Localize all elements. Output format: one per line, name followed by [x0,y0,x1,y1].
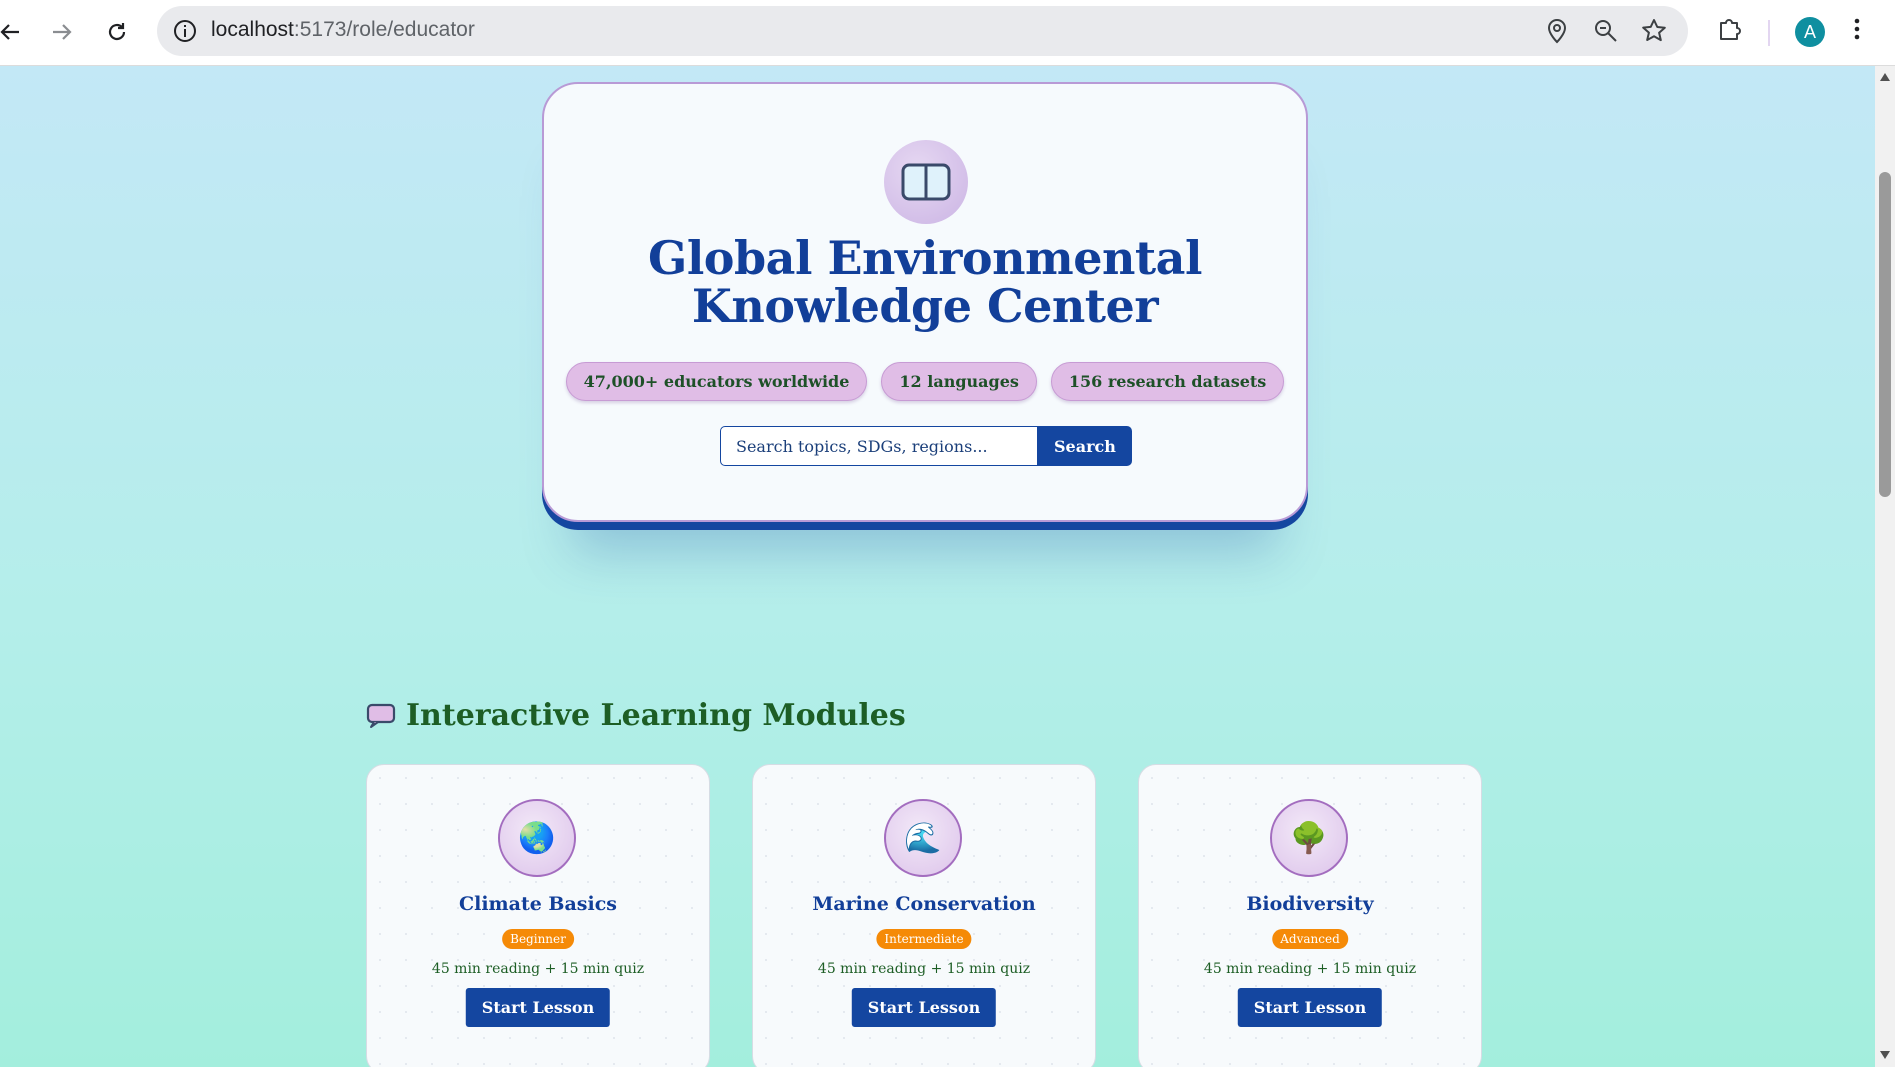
stat-pill-datasets: 156 research datasets [1050,362,1285,401]
start-lesson-button[interactable]: Start Lesson [1237,988,1383,1027]
tree-icon: 🌳 [1270,799,1348,877]
scroll-down-arrow-icon[interactable] [1879,1050,1891,1060]
forward-button[interactable] [44,14,80,50]
scrollbar-thumb[interactable] [1879,172,1891,497]
url-text[interactable]: localhost:5173/role/educator [211,18,475,42]
zoom-icon[interactable] [1593,18,1619,44]
start-lesson-button[interactable]: Start Lesson [851,988,997,1027]
level-badge: Intermediate [876,929,972,949]
module-title: Marine Conservation [812,893,1036,915]
extensions-puzzle-icon[interactable] [1716,15,1744,43]
globe-icon: 🌏 [498,799,576,877]
module-duration: 45 min reading + 15 min quiz [431,961,645,977]
site-info-icon[interactable] [171,17,199,45]
search-form: Search [720,426,1132,466]
toolbar-divider [1768,20,1770,46]
stat-pill-languages: 12 languages [881,362,1037,401]
reload-icon [108,23,126,41]
browser-menu-icon[interactable] [1852,15,1862,43]
modules-heading: Interactive Learning Modules [366,698,906,733]
module-card-biodiversity: 🌳 Biodiversity Advanced 45 min reading +… [1138,764,1482,1067]
module-title: Biodiversity [1246,893,1374,915]
level-badge: Beginner [502,929,574,949]
start-lesson-button[interactable]: Start Lesson [465,988,611,1027]
module-card-climate: 🌏 Climate Basics Beginner 45 min reading… [366,764,710,1067]
reload-button[interactable] [99,14,135,50]
stat-pill-educators: 47,000+ educators worldwide [565,362,868,401]
page-viewport: Global Environmental Knowledge Center 47,… [0,66,1875,1067]
page-scrollbar[interactable] [1875,66,1895,1067]
module-duration: 45 min reading + 15 min quiz [1203,961,1417,977]
level-badge: Advanced [1272,929,1348,949]
hero-logo [884,140,968,224]
bookmark-star-icon[interactable] [1641,18,1667,44]
hero-card: Global Environmental Knowledge Center 47,… [542,82,1308,522]
module-card-marine: 🌊 Marine Conservation Intermediate 45 mi… [752,764,1096,1067]
module-title: Climate Basics [458,893,617,915]
search-input[interactable] [720,426,1038,466]
speech-bubble-icon [366,703,396,728]
location-pin-icon[interactable] [1545,18,1569,44]
wave-icon: 🌊 [884,799,962,877]
forward-arrow-icon [53,24,72,40]
back-arrow-icon [0,24,19,40]
stats-row: 47,000+ educators worldwide 12 languages… [544,362,1306,401]
book-panel-icon [901,163,951,201]
address-bar[interactable]: localhost:5173/role/educator [157,6,1688,56]
module-duration: 45 min reading + 15 min quiz [817,961,1031,977]
page-title: Global Environmental Knowledge Center [648,231,1202,333]
search-button[interactable]: Search [1038,426,1132,466]
back-button[interactable] [0,14,28,50]
profile-avatar[interactable]: A [1795,17,1825,47]
browser-toolbar: localhost:5173/role/educator A [0,0,1895,66]
scroll-up-arrow-icon[interactable] [1879,72,1891,82]
